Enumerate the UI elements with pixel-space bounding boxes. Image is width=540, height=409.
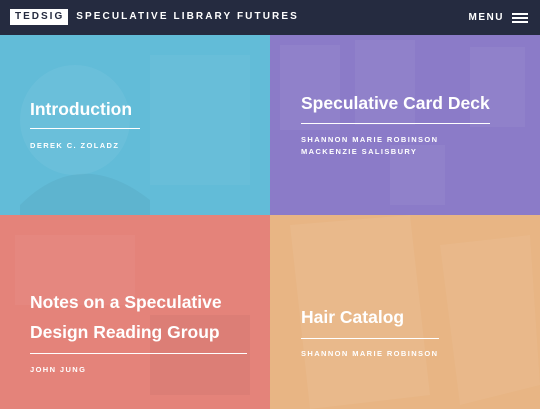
site-title[interactable]: SPECULATIVE LIBRARY FUTURES (76, 9, 299, 25)
background-card-pattern (280, 40, 525, 205)
tedsig-logo[interactable]: TEDSIG (10, 9, 69, 25)
menu-label: MENU (468, 12, 504, 23)
author-name: SHANNON MARIE ROBINSON (301, 349, 439, 358)
tile-title-line[interactable]: Notes on a Speculative (30, 287, 222, 317)
tile-speculative-card-deck[interactable]: Speculative Card Deck SHANNON MARIE ROBI… (270, 35, 540, 215)
author-name: DEREK C. ZOLADZ (30, 141, 120, 150)
title-divider (301, 338, 439, 339)
tile-title[interactable]: Introduction (30, 94, 132, 124)
tile-notes-reading-group[interactable]: Notes on a Speculative Design Reading Gr… (0, 215, 270, 409)
hamburger-menu-icon (512, 13, 528, 23)
tile-title[interactable]: Hair Catalog (301, 302, 404, 332)
title-divider (30, 353, 247, 354)
tile-hair-catalog[interactable]: Hair Catalog SHANNON MARIE ROBINSON (270, 215, 540, 409)
brand[interactable]: TEDSIG SPECULATIVE LIBRARY FUTURES (10, 9, 299, 25)
tile-introduction[interactable]: Introduction DEREK C. ZOLADZ (0, 35, 270, 215)
title-divider (30, 128, 140, 129)
tile-title-line[interactable]: Design Reading Group (30, 317, 220, 347)
page: TEDSIG SPECULATIVE LIBRARY FUTURES MENU … (0, 0, 540, 409)
author-name: SHANNON MARIE ROBINSON (301, 135, 439, 144)
menu-button[interactable]: MENU (469, 10, 528, 26)
site-header: TEDSIG SPECULATIVE LIBRARY FUTURES MENU (0, 0, 540, 35)
author-name: JOHN JUNG (30, 365, 87, 374)
background-photo-texture (20, 55, 250, 215)
tile-title[interactable]: Speculative Card Deck (301, 88, 490, 118)
title-divider (301, 123, 490, 124)
author-name: MACKENZIE SALISBURY (301, 147, 418, 156)
